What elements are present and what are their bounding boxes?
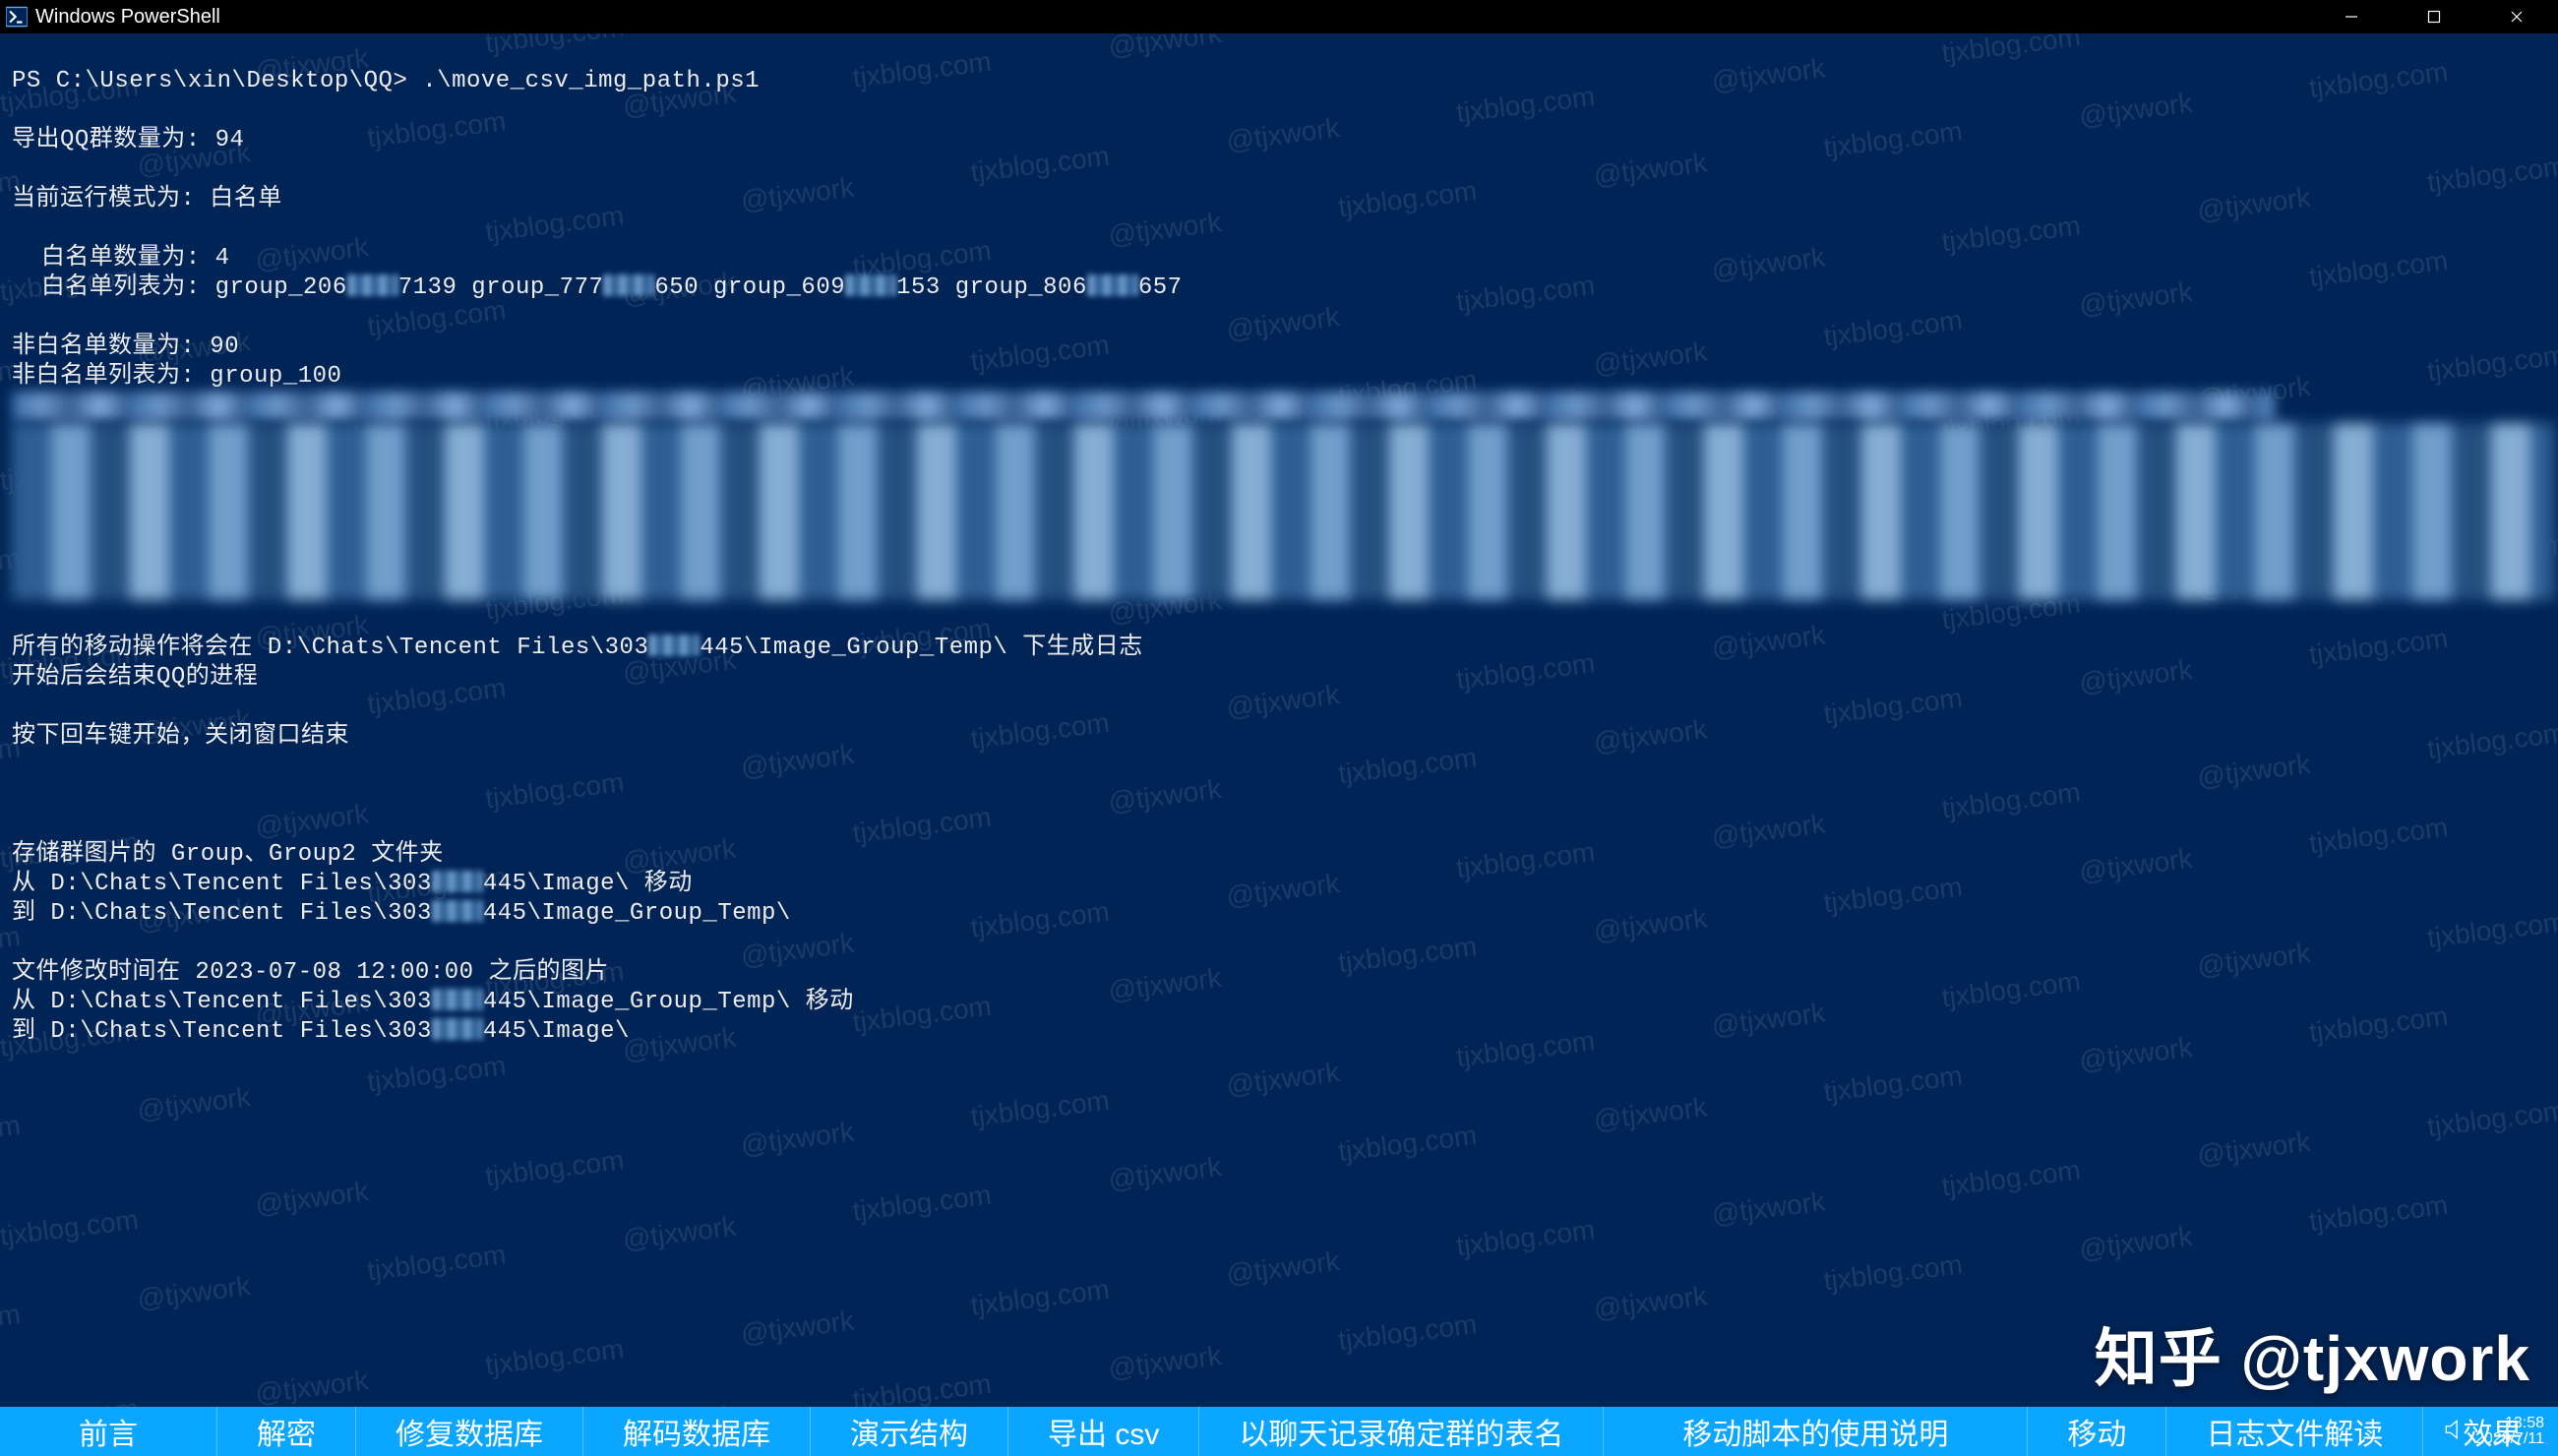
out-from-2: 从 D:\Chats\Tencent Files\303445\Image_Gr… (12, 989, 854, 1015)
out-to-2: 到 D:\Chats\Tencent Files\303445\Image\ (12, 1018, 630, 1045)
tab-move-script-doc[interactable]: 移动脚本的使用说明 (1604, 1407, 2028, 1456)
redaction (603, 274, 654, 296)
ps-command: .\move_csv_img_path.ps1 (422, 68, 760, 94)
powershell-icon (6, 6, 28, 28)
redaction (432, 871, 483, 892)
minimize-button[interactable] (2310, 0, 2393, 33)
out-nonwl-count: 非白名单数量为: 90 (12, 334, 239, 360)
out-to-1: 到 D:\Chats\Tencent Files\303445\Image_Gr… (12, 900, 791, 927)
window-controls (2310, 0, 2558, 33)
tray-clock[interactable]: 13:58 2023/7/11 (2475, 1416, 2544, 1447)
redaction (432, 989, 483, 1010)
redacted-block: redacted group ids block redacted group … (12, 423, 2554, 600)
ps-prompt: PS C:\Users\xin\Desktop\QQ> (12, 68, 422, 94)
out-wl-list: 白名单列表为: group_2067139 group_777650 group… (12, 274, 1183, 301)
redaction (1087, 274, 1138, 296)
brand-watermark: 知乎 @tjxwork (2095, 1308, 2530, 1399)
window-title: Windows PowerShell (35, 6, 220, 29)
tab-preface[interactable]: 前言 (0, 1407, 217, 1456)
out-nonwl-list: 非白名单列表为: group_100xxxxxxxxxxxxxxxxxxxxxx… (12, 363, 2275, 419)
window-titlebar: Windows PowerShell (0, 0, 2558, 33)
out-press-enter: 按下回车键开始，关闭窗口结束 (12, 723, 349, 750)
tab-log-analysis[interactable]: 日志文件解读 (2166, 1407, 2423, 1456)
out-store-hdr: 存储群图片的 Group、Group2 文件夹 (12, 841, 444, 868)
terminal-output[interactable]: PS C:\Users\xin\Desktop\QQ> .\move_csv_i… (0, 33, 2558, 1047)
tab-decrypt[interactable]: 解密 (217, 1407, 356, 1456)
out-log-path: 所有的移动操作将会在 D:\Chats\Tencent Files\303445… (12, 635, 1143, 661)
out-mode: 当前运行模式为: 白名单 (12, 186, 282, 212)
tab-chat-tablenames[interactable]: 以聊天记录确定群的表名 (1199, 1407, 1604, 1456)
tab-repair-db[interactable]: 修复数据库 (356, 1407, 583, 1456)
redaction (432, 900, 483, 922)
close-button[interactable] (2475, 0, 2558, 33)
system-tray: 13:58 2023/7/11 (2442, 1409, 2544, 1454)
redaction (845, 274, 896, 296)
tab-move[interactable]: 移动 (2028, 1407, 2166, 1456)
out-from-1: 从 D:\Chats\Tencent Files\303445\Image\ 移… (12, 871, 693, 897)
tab-decode-db[interactable]: 解码数据库 (583, 1407, 811, 1456)
redaction (347, 274, 398, 296)
bottom-tabbar: 前言 解密 修复数据库 解码数据库 演示结构 导出 csv 以聊天记录确定群的表… (0, 1407, 2558, 1456)
speaker-icon[interactable] (2442, 1417, 2467, 1447)
out-wl-count: 白名单数量为: 4 (12, 245, 230, 272)
tab-export-csv[interactable]: 导出 csv (1008, 1407, 1199, 1456)
maximize-button[interactable] (2393, 0, 2475, 33)
out-time-hdr: 文件修改时间在 2023-07-08 12:00:00 之后的图片 (12, 959, 609, 986)
tab-demo-structure[interactable]: 演示结构 (811, 1407, 1008, 1456)
out-kill-qq: 开始后会结束QQ的进程 (12, 664, 258, 691)
redaction (648, 635, 700, 656)
out-export-count: 导出QQ群数量为: 94 (12, 127, 244, 153)
redaction (432, 1018, 483, 1040)
